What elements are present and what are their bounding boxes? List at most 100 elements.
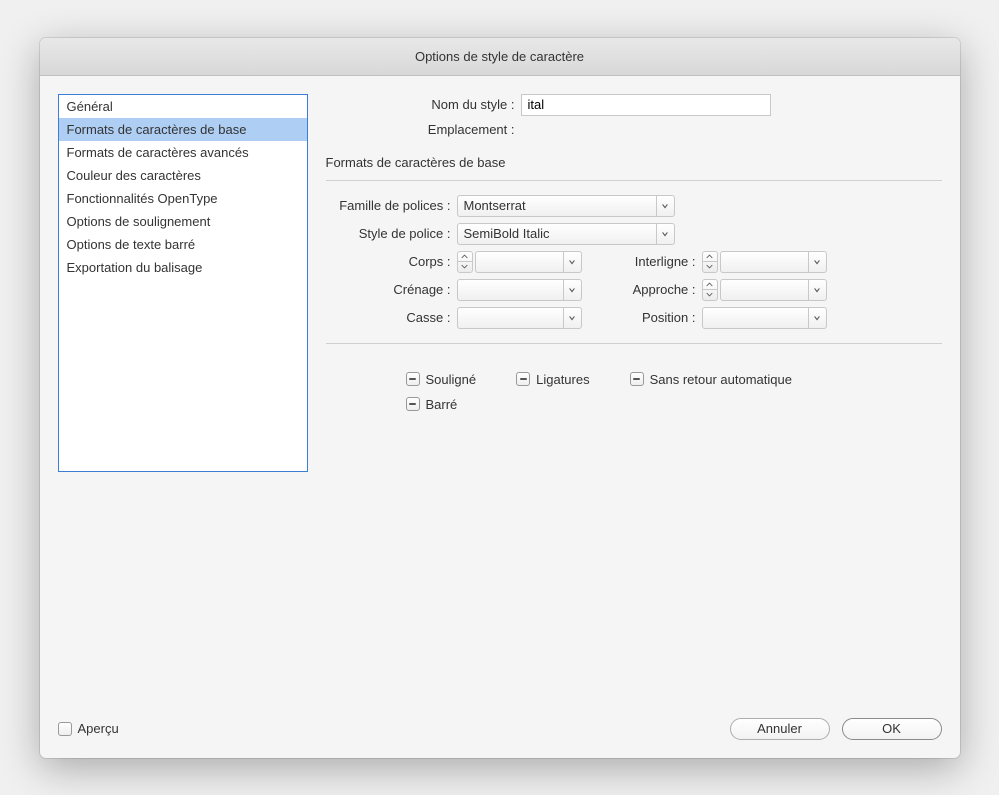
tracking-dropdown[interactable] <box>720 279 827 301</box>
underline-label: Souligné <box>426 372 477 387</box>
preview-checkbox[interactable] <box>58 722 72 736</box>
tracking-stepper[interactable] <box>702 279 718 301</box>
size-leading-row: Corps : Interligne : <box>326 251 942 273</box>
sidebar-item-underline-options[interactable]: Options de soulignement <box>59 210 307 233</box>
no-break-checkbox-item[interactable]: Sans retour automatique <box>630 372 792 387</box>
font-style-row: Style de police : SemiBold Italic <box>326 223 942 245</box>
sidebar-item-character-color[interactable]: Couleur des caractères <box>59 164 307 187</box>
sidebar-item-label: Formats de caractères avancés <box>67 145 249 160</box>
form-grid: Famille de polices : Montserrat Style de… <box>326 195 942 329</box>
chevron-down-icon <box>563 308 581 328</box>
style-name-row: Nom du style : <box>326 94 942 116</box>
position-dropdown[interactable] <box>702 307 827 329</box>
ok-button[interactable]: OK <box>842 718 942 740</box>
style-name-input[interactable] <box>521 94 771 116</box>
sidebar-item-label: Couleur des caractères <box>67 168 201 183</box>
size-combo <box>457 251 582 273</box>
underline-checkbox[interactable] <box>406 372 420 386</box>
dialog-titlebar: Options de style de caractère <box>40 38 960 76</box>
sidebar-item-basic-formats[interactable]: Formats de caractères de base <box>59 118 307 141</box>
kerning-tracking-row: Crénage : Approche : <box>326 279 942 301</box>
dialog-title: Options de style de caractère <box>415 49 584 64</box>
sidebar-item-tagging-export[interactable]: Exportation du balisage <box>59 256 307 279</box>
sidebar-item-label: Formats de caractères de base <box>67 122 247 137</box>
leading-stepper[interactable] <box>702 251 718 273</box>
chevron-down-icon <box>656 196 674 216</box>
kerning-label: Crénage : <box>326 282 451 297</box>
font-style-value: SemiBold Italic <box>464 226 550 241</box>
tracking-combo <box>702 279 827 301</box>
no-break-checkbox[interactable] <box>630 372 644 386</box>
font-family-value: Montserrat <box>464 198 526 213</box>
size-stepper[interactable] <box>457 251 473 273</box>
dialog-footer: Aperçu Annuler OK <box>40 704 960 758</box>
button-row: Annuler OK <box>730 718 942 740</box>
style-name-label: Nom du style : <box>326 97 521 112</box>
leading-combo <box>702 251 827 273</box>
stepper-up-icon[interactable] <box>703 252 717 263</box>
leading-label: Interligne : <box>606 254 696 269</box>
case-position-row: Casse : Position : <box>326 307 942 329</box>
checkbox-divider <box>326 343 942 344</box>
case-dropdown[interactable] <box>457 307 582 329</box>
case-label: Casse : <box>326 310 451 325</box>
sidebar-item-label: Fonctionnalités OpenType <box>67 191 218 206</box>
font-style-label: Style de police : <box>326 226 451 241</box>
preview-checkbox-item[interactable]: Aperçu <box>58 721 119 736</box>
size-dropdown[interactable] <box>475 251 582 273</box>
stepper-up-icon[interactable] <box>458 252 472 263</box>
sidebar-item-label: Exportation du balisage <box>67 260 203 275</box>
sidebar-item-opentype[interactable]: Fonctionnalités OpenType <box>59 187 307 210</box>
font-family-dropdown[interactable]: Montserrat <box>457 195 675 217</box>
stepper-down-icon[interactable] <box>703 262 717 272</box>
sidebar-item-general[interactable]: Général <box>59 95 307 118</box>
sidebar: Général Formats de caractères de base Fo… <box>58 94 308 472</box>
font-family-label: Famille de polices : <box>326 198 451 213</box>
dash-icon <box>633 378 640 381</box>
stepper-up-icon[interactable] <box>703 280 717 291</box>
font-style-dropdown[interactable]: SemiBold Italic <box>457 223 675 245</box>
cancel-label: Annuler <box>757 721 802 736</box>
dash-icon <box>409 403 416 406</box>
kerning-dropdown[interactable] <box>457 279 582 301</box>
ligatures-label: Ligatures <box>536 372 589 387</box>
sidebar-item-label: Options de texte barré <box>67 237 196 252</box>
sidebar-item-label: Options de soulignement <box>67 214 211 229</box>
tracking-label: Approche : <box>606 282 696 297</box>
section-title: Formats de caractères de base <box>326 155 942 170</box>
chevron-down-icon <box>808 308 826 328</box>
strikethrough-checkbox[interactable] <box>406 397 420 411</box>
chevron-down-icon <box>563 252 581 272</box>
sidebar-item-label: Général <box>67 99 113 114</box>
strikethrough-checkbox-item[interactable]: Barré <box>406 397 458 412</box>
sidebar-item-advanced-formats[interactable]: Formats de caractères avancés <box>59 141 307 164</box>
chevron-down-icon <box>808 280 826 300</box>
leading-dropdown[interactable] <box>720 251 827 273</box>
dialog-content: Général Formats de caractères de base Fo… <box>40 76 960 704</box>
dash-icon <box>520 378 527 381</box>
size-label: Corps : <box>326 254 451 269</box>
location-label: Emplacement : <box>326 122 521 137</box>
strikethrough-label: Barré <box>426 397 458 412</box>
ligatures-checkbox-item[interactable]: Ligatures <box>516 372 589 387</box>
stepper-down-icon[interactable] <box>703 290 717 300</box>
ok-label: OK <box>882 721 901 736</box>
section-divider <box>326 180 942 181</box>
font-family-row: Famille de polices : Montserrat <box>326 195 942 217</box>
ligatures-checkbox[interactable] <box>516 372 530 386</box>
cancel-button[interactable]: Annuler <box>730 718 830 740</box>
chevron-down-icon <box>656 224 674 244</box>
checkbox-row-2: Barré <box>406 397 942 412</box>
header-fields: Nom du style : Emplacement : <box>326 94 942 143</box>
dash-icon <box>409 378 416 381</box>
checkbox-row-1: Souligné Ligatures Sans retour automatiq… <box>406 372 942 387</box>
sidebar-item-strikethrough-options[interactable]: Options de texte barré <box>59 233 307 256</box>
no-break-label: Sans retour automatique <box>650 372 792 387</box>
chevron-down-icon <box>563 280 581 300</box>
preview-label: Aperçu <box>78 721 119 736</box>
location-row: Emplacement : <box>326 122 942 137</box>
stepper-down-icon[interactable] <box>458 262 472 272</box>
underline-checkbox-item[interactable]: Souligné <box>406 372 477 387</box>
main-panel: Nom du style : Emplacement : Formats de … <box>326 94 942 686</box>
chevron-down-icon <box>808 252 826 272</box>
